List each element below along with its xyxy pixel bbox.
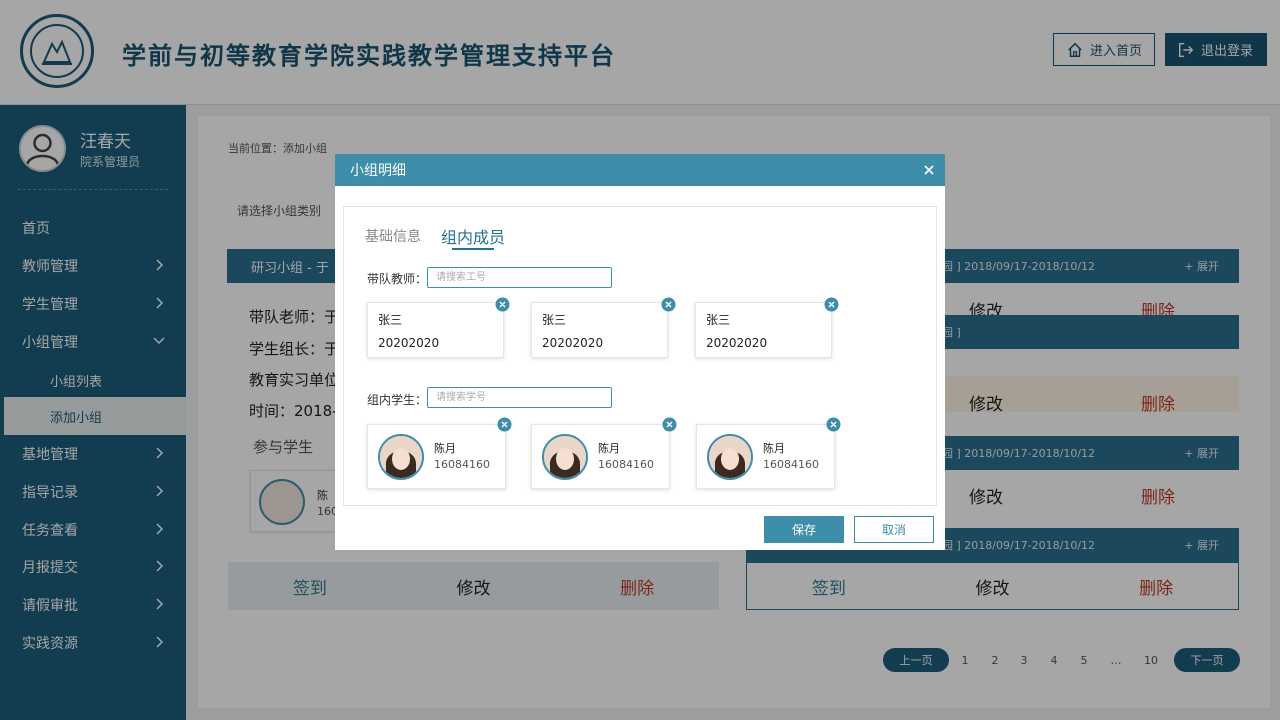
student-name: 陈月 [763, 442, 785, 455]
modal-body: 基础信息 组内成员 带队教师： 张三 20202020 张三 20202020 … [343, 206, 937, 506]
teacher-id: 20202020 [542, 336, 604, 350]
teacher-card[interactable]: 张三 20202020 [531, 302, 668, 358]
student-card[interactable]: 陈月 16084160 [531, 424, 670, 489]
teacher-id: 20202020 [378, 336, 440, 350]
remove-teacher-icon[interactable] [824, 297, 839, 312]
teacher-card[interactable]: 张三 20202020 [367, 302, 504, 358]
teacher-field-label: 带队教师： [367, 272, 428, 286]
student-photo [707, 434, 753, 480]
teacher-id: 20202020 [706, 336, 768, 350]
modal-header: 小组明细 [335, 154, 945, 186]
student-search-input[interactable] [427, 387, 612, 408]
save-button[interactable]: 保存 [764, 516, 844, 543]
student-card[interactable]: 陈月 16084160 [696, 424, 835, 489]
student-field-label: 组内学生： [367, 393, 428, 407]
group-detail-modal: 小组明细 基础信息 组内成员 带队教师： 张三 20202020 张三 2020… [335, 154, 945, 550]
teacher-search-input[interactable] [427, 267, 612, 288]
student-name: 陈月 [598, 442, 620, 455]
close-icon[interactable] [921, 162, 937, 178]
student-name: 陈月 [434, 442, 456, 455]
student-photo [378, 434, 424, 480]
cancel-button[interactable]: 取消 [854, 516, 934, 543]
remove-student-icon[interactable] [662, 417, 677, 432]
teacher-name: 张三 [542, 313, 567, 327]
active-tab-indicator [452, 248, 494, 250]
remove-teacher-icon[interactable] [661, 297, 676, 312]
teacher-name: 张三 [706, 313, 731, 327]
teacher-card[interactable]: 张三 20202020 [695, 302, 832, 358]
remove-student-icon[interactable] [826, 417, 841, 432]
student-card[interactable]: 陈月 16084160 [367, 424, 506, 489]
student-id: 16084160 [598, 458, 654, 471]
remove-teacher-icon[interactable] [495, 297, 510, 312]
student-id: 16084160 [434, 458, 490, 471]
teacher-name: 张三 [378, 313, 403, 327]
modal-title: 小组明细 [350, 163, 406, 179]
remove-student-icon[interactable] [497, 417, 512, 432]
tab-members[interactable]: 组内成员 [441, 224, 505, 248]
student-id: 16084160 [763, 458, 819, 471]
student-photo [542, 434, 588, 480]
tab-basic-info[interactable]: 基础信息 [365, 226, 421, 246]
